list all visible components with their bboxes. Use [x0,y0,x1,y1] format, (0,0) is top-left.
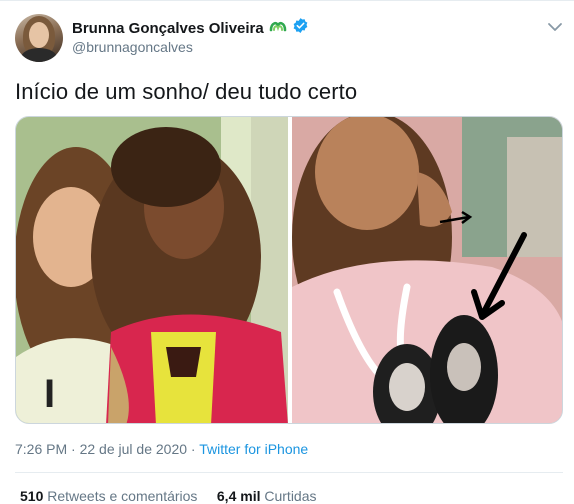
media-photo-right[interactable] [292,117,562,423]
author-display-name[interactable]: Brunna Gonçalves Oliveira [72,20,264,37]
top-border [0,0,574,1]
tweet-source-link[interactable]: Twitter for iPhone [199,441,308,457]
svg-text:I: I [44,372,55,416]
tweet-card: Brunna Gonçalves Oliveira @brunnagoncalv… [0,0,574,504]
retweets-label[interactable]: Retweets e comentários [47,488,197,504]
tweet-text: Início de um sonho/ deu tudo certo [15,79,358,104]
rainbow-heart-icon [268,18,288,39]
author-handle[interactable]: @brunnagoncalves [72,39,193,55]
tweet-meta: 7:26 PM · 22 de jul de 2020 · Twitter fo… [15,441,308,457]
likes-label[interactable]: Curtidas [264,488,316,504]
tweet-time[interactable]: 7:26 PM [15,441,67,457]
verified-badge-icon [292,17,309,39]
chevron-down-icon[interactable] [546,18,564,36]
retweets-count[interactable]: 510 [20,488,43,504]
tweet-stats: 510 Retweets e comentários 6,4 mil Curti… [20,488,317,504]
media-photo-left[interactable]: I [16,117,288,423]
meta-separator: · [187,441,200,457]
likes-count[interactable]: 6,4 mil [217,488,261,504]
tweet-date[interactable]: 22 de jul de 2020 [80,441,187,457]
author-name-row: Brunna Gonçalves Oliveira [72,18,309,38]
divider [15,472,563,473]
tweet-media: I [15,116,563,424]
avatar[interactable] [15,14,63,62]
meta-separator: · [67,441,80,457]
